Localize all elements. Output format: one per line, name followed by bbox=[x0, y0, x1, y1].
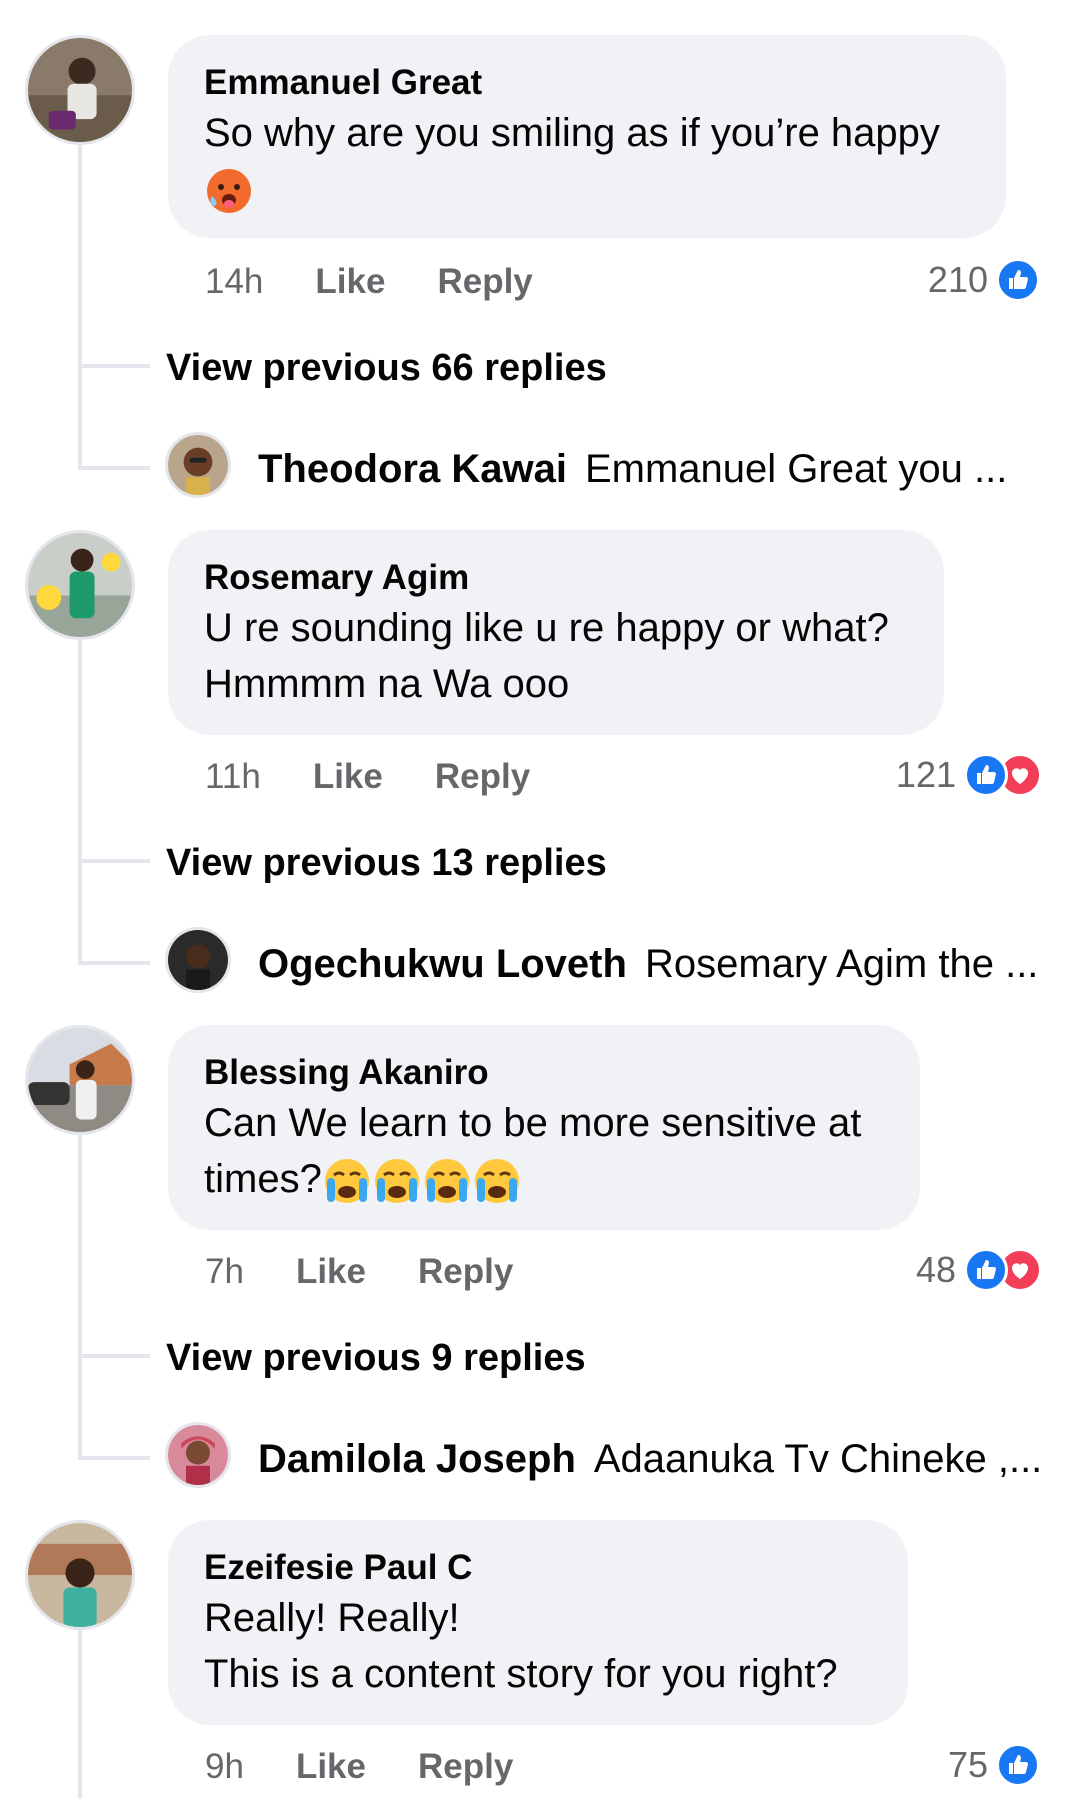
reaction-summary[interactable]: 210 bbox=[928, 258, 1040, 302]
thread-branch bbox=[78, 859, 150, 863]
avatar[interactable] bbox=[25, 530, 135, 640]
comment-meta: 7h Like Reply bbox=[205, 1250, 513, 1294]
reaction-count: 48 bbox=[915, 1249, 956, 1290]
thread-branch bbox=[78, 364, 150, 368]
like-reaction-icon bbox=[996, 258, 1040, 302]
comment-text: U re sounding like u re happy or what? H… bbox=[204, 600, 908, 712]
view-previous-replies-link[interactable]: View previous 9 replies bbox=[166, 1334, 586, 1382]
thread-line bbox=[78, 145, 82, 470]
comment-meta: 9h Like Reply bbox=[205, 1745, 513, 1789]
crying-face-emoji bbox=[424, 1159, 469, 1204]
reaction-count: 210 bbox=[927, 259, 988, 300]
comment-bubble[interactable]: Ezeifesie Paul C Really! Really! This is… bbox=[168, 1520, 908, 1725]
thread-line bbox=[78, 1630, 82, 1799]
like-button[interactable]: Like bbox=[313, 755, 383, 799]
reaction-summary[interactable]: 121 bbox=[896, 753, 1042, 797]
reply-text: Adaanuka Tv Chineke ,... bbox=[593, 1437, 1043, 1481]
reaction-count: 121 bbox=[895, 754, 956, 795]
reaction-summary[interactable]: 48 bbox=[916, 1248, 1042, 1292]
crying-face-emoji bbox=[324, 1159, 369, 1204]
comment-text-line: Can We learn to be more sensitive at bbox=[204, 1101, 862, 1145]
thread-branch bbox=[78, 961, 150, 965]
comment-meta: 14h Like Reply bbox=[205, 260, 533, 304]
comment-text-line: This is a content story for you right? bbox=[204, 1652, 838, 1696]
comment-text-line: U re sounding like u re happy or what? bbox=[204, 606, 889, 650]
reply-button[interactable]: Reply bbox=[435, 755, 530, 799]
latest-reply[interactable]: Theodora Kawai Emmanuel Great you ... bbox=[258, 444, 1007, 494]
comment-bubble[interactable]: Rosemary Agim U re sounding like u re ha… bbox=[168, 530, 944, 735]
like-button[interactable]: Like bbox=[296, 1745, 366, 1789]
comment-text: Can We learn to be more sensitive at tim… bbox=[204, 1095, 884, 1207]
comment-author[interactable]: Ezeifesie Paul C bbox=[204, 1546, 872, 1590]
avatar[interactable] bbox=[25, 35, 135, 145]
latest-reply[interactable]: Ogechukwu Loveth Rosemary Agim the ... bbox=[258, 939, 1038, 989]
reply-button[interactable]: Reply bbox=[418, 1745, 513, 1789]
reply-author[interactable]: Damilola Joseph bbox=[258, 1437, 576, 1481]
reply-author[interactable]: Ogechukwu Loveth bbox=[258, 942, 627, 986]
crying-face-emoji bbox=[374, 1159, 419, 1204]
avatar[interactable] bbox=[25, 1025, 135, 1135]
reaction-count: 75 bbox=[947, 1744, 988, 1785]
reply-text: Rosemary Agim the ... bbox=[644, 942, 1039, 986]
like-reaction-icon bbox=[996, 1743, 1040, 1787]
like-reaction-icon bbox=[964, 1248, 1008, 1292]
comment-time[interactable]: 14h bbox=[205, 260, 263, 304]
view-previous-replies-link[interactable]: View previous 13 replies bbox=[166, 839, 607, 887]
reply-avatar[interactable] bbox=[165, 432, 231, 498]
reply-button[interactable]: Reply bbox=[418, 1250, 513, 1294]
reply-avatar[interactable] bbox=[165, 927, 231, 993]
comment-meta: 11h Like Reply bbox=[205, 755, 530, 799]
comment-author[interactable]: Emmanuel Great bbox=[204, 61, 970, 105]
view-previous-replies-link[interactable]: View previous 66 replies bbox=[166, 344, 607, 392]
like-reaction-icon bbox=[964, 753, 1008, 797]
thread-line bbox=[78, 640, 82, 965]
latest-reply[interactable]: Damilola Joseph Adaanuka Tv Chineke ,... bbox=[258, 1434, 1042, 1484]
reply-button[interactable]: Reply bbox=[437, 260, 532, 304]
comment-text-line: Hmmmm na Wa ooo bbox=[204, 662, 570, 706]
comment-author[interactable]: Rosemary Agim bbox=[204, 556, 908, 600]
comment-text-line: So why are you smiling as if you’re happ… bbox=[204, 111, 940, 155]
comment-bubble[interactable]: Emmanuel Great So why are you smiling as… bbox=[168, 35, 1006, 238]
like-button[interactable]: Like bbox=[296, 1250, 366, 1294]
crying-face-emoji bbox=[474, 1159, 519, 1204]
comment-time[interactable]: 9h bbox=[205, 1745, 244, 1789]
thread-branch bbox=[78, 466, 150, 470]
avatar[interactable] bbox=[25, 1520, 135, 1630]
comment-author[interactable]: Blessing Akaniro bbox=[204, 1051, 884, 1095]
reply-avatar[interactable] bbox=[165, 1422, 231, 1488]
reply-author[interactable]: Theodora Kawai bbox=[258, 447, 567, 491]
comment-text: Really! Really! This is a content story … bbox=[204, 1590, 872, 1702]
thread-branch bbox=[78, 1456, 150, 1460]
comment-text-line: times? bbox=[204, 1151, 884, 1207]
comment-text: So why are you smiling as if you’re happ… bbox=[204, 105, 970, 217]
comment-text-line: Really! Really! bbox=[204, 1596, 460, 1640]
comment-time[interactable]: 11h bbox=[205, 755, 261, 799]
comment-bubble[interactable]: Blessing Akaniro Can We learn to be more… bbox=[168, 1025, 920, 1230]
like-button[interactable]: Like bbox=[315, 260, 385, 304]
comment-text-line bbox=[204, 161, 970, 217]
comment-time[interactable]: 7h bbox=[205, 1250, 244, 1294]
thread-line bbox=[78, 1135, 82, 1460]
thread-branch bbox=[78, 1354, 150, 1358]
reaction-summary[interactable]: 75 bbox=[948, 1743, 1040, 1787]
reply-text: Emmanuel Great you ... bbox=[584, 447, 1008, 491]
hot-face-emoji bbox=[207, 169, 251, 214]
comment-text-fragment: times? bbox=[204, 1157, 322, 1201]
